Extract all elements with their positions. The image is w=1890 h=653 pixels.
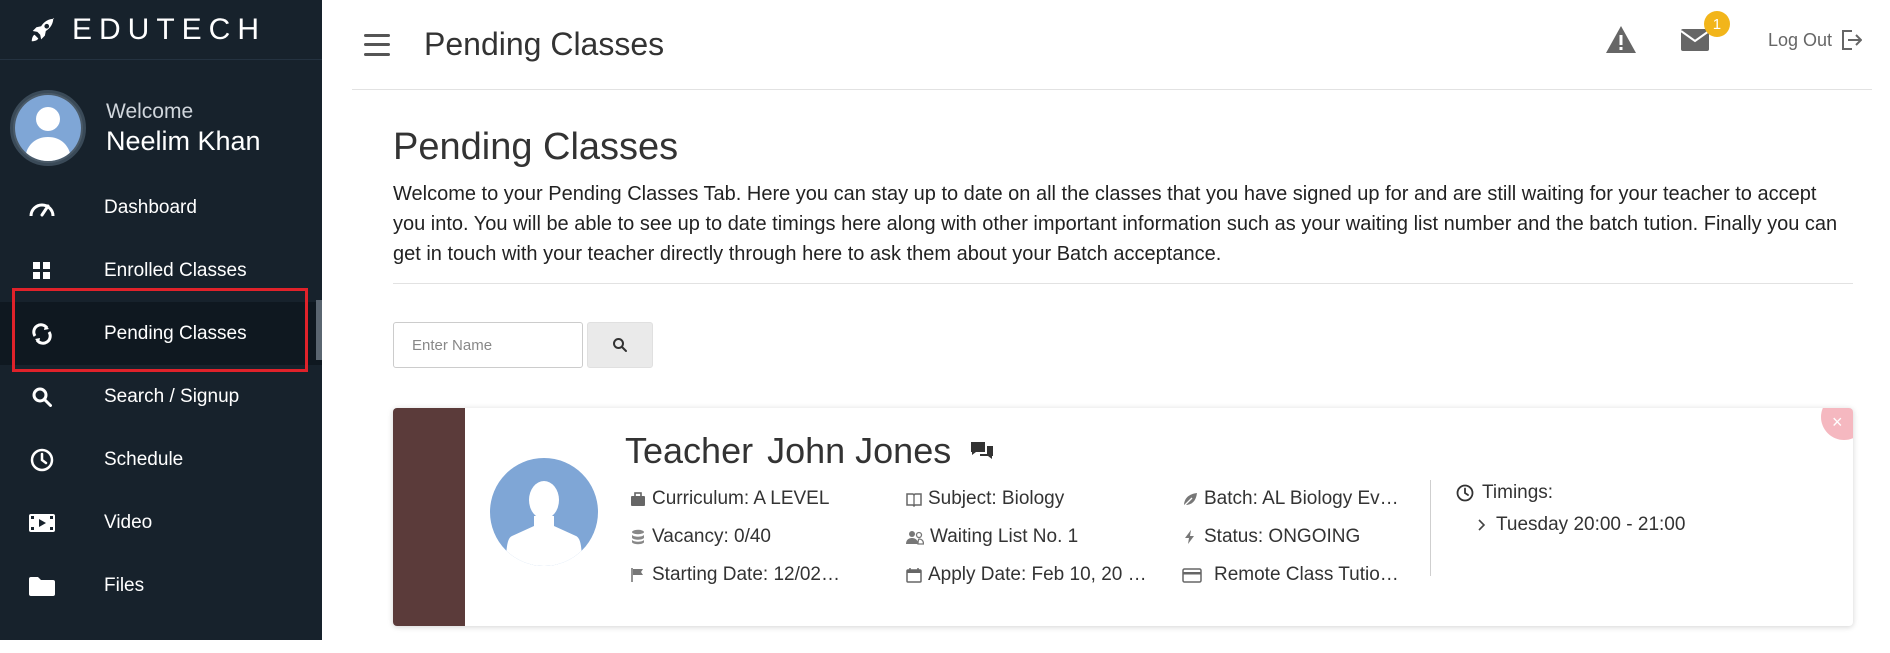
top-bar: Pending Classes 1 Log Out — [352, 0, 1872, 90]
logout-label: Log Out — [1767, 29, 1832, 50]
brand-name: EDUTECH — [72, 12, 267, 46]
user-name: Neelim Khan — [106, 125, 261, 156]
teacher-silhouette-icon — [506, 481, 582, 566]
divider — [393, 283, 1853, 284]
page-description: Welcome to your Pending Classes Tab. Her… — [393, 183, 1838, 265]
welcome-label: Welcome — [106, 99, 194, 123]
sidebar-item-label: Files — [104, 574, 145, 596]
pending-class-card: × Teacher John Jones Curriculum: A LEVEL… — [393, 408, 1853, 626]
refresh-icon — [28, 320, 56, 348]
sidebar-item-video[interactable]: Video — [0, 491, 322, 554]
sidebar-item-search-signup[interactable]: Search / Signup — [0, 365, 322, 428]
page-title: Pending Classes — [393, 126, 679, 168]
search-icon — [28, 383, 56, 411]
sidebar-item-label: Search / Signup — [104, 385, 240, 407]
main-content: Pending Classes Welcome to your Pending … — [393, 126, 1853, 368]
notification-badge: 1 — [1703, 11, 1730, 37]
apply-date-text: Apply Date: Feb 10, 20 … — [928, 564, 1147, 585]
credit-card-icon — [1182, 567, 1202, 583]
warning-icon[interactable] — [1604, 23, 1638, 57]
batch-text: Batch: AL Biology Ev… — [1204, 488, 1399, 509]
clock-icon — [28, 446, 56, 474]
search-bar — [393, 322, 1853, 368]
mail-notification[interactable]: 1 — [1680, 11, 1730, 55]
leaf-icon — [1183, 492, 1197, 506]
top-bar-title: Pending Classes — [424, 26, 665, 62]
sidebar-item-pending-classes[interactable]: Pending Classes — [0, 302, 322, 365]
apply-date-info: Apply Date: Feb 10, 20 … — [906, 564, 1182, 586]
curriculum-info: Curriculum: A LEVEL — [630, 488, 906, 510]
class-type-info: Remote Class Tutio… — [1182, 564, 1432, 586]
flag-icon — [631, 568, 643, 582]
class-info-grid: Curriculum: A LEVEL Subject: Biology Bat… — [630, 488, 1432, 586]
user-profile: Welcome Neelim Khan — [0, 60, 322, 176]
starting-date-text: Starting Date: 12/02… — [652, 564, 840, 585]
calendar-icon — [906, 568, 922, 583]
timing-text: Tuesday 20:00 - 21:00 — [1496, 514, 1686, 535]
subject-text: Subject: Biology — [928, 488, 1065, 509]
video-icon — [28, 509, 56, 537]
close-icon: × — [1832, 412, 1843, 432]
user-silhouette-icon — [25, 107, 71, 161]
logout-button[interactable]: Log Out — [1768, 29, 1862, 51]
sidebar: EDUTECH Welcome Neelim Khan Dashboard En… — [0, 0, 322, 640]
chat-icon[interactable] — [969, 440, 995, 462]
remove-class-button[interactable]: × — [1821, 408, 1853, 440]
waiting-list-text: Waiting List No. 1 — [930, 526, 1079, 547]
starting-date-info: Starting Date: 12/02… — [630, 564, 906, 586]
clock-icon — [1456, 484, 1474, 502]
sidebar-item-label: Enrolled Classes — [104, 259, 247, 281]
briefcase-icon — [631, 491, 645, 506]
database-icon — [632, 529, 644, 545]
sidebar-item-label: Dashboard — [104, 196, 197, 218]
sidebar-item-dashboard[interactable]: Dashboard — [0, 176, 322, 239]
avatar[interactable] — [10, 90, 86, 166]
card-color-stripe — [393, 408, 465, 626]
search-input[interactable] — [393, 322, 583, 368]
waiting-list-info: Waiting List No. 1 — [906, 526, 1182, 548]
speedometer-icon — [28, 194, 56, 222]
teacher-name: John Jones — [767, 430, 952, 471]
users-icon — [906, 530, 924, 545]
sidebar-nav: Dashboard Enrolled Classes Pending Class… — [0, 176, 322, 617]
timing-item: Tuesday 20:00 - 21:00 — [1478, 514, 1685, 536]
logout-icon — [1842, 30, 1862, 50]
sidebar-item-label: Schedule — [104, 448, 184, 470]
timings-section: Timings: Tuesday 20:00 - 21:00 — [1456, 482, 1685, 536]
teacher-avatar — [490, 458, 598, 566]
brand-logo[interactable]: EDUTECH — [0, 0, 322, 60]
timings-label: Timings: — [1482, 482, 1554, 503]
search-icon — [613, 338, 627, 352]
chevron-right-icon — [1478, 519, 1486, 531]
sidebar-scrollbar[interactable] — [316, 300, 322, 360]
status-info: Status: ONGOING — [1182, 526, 1432, 548]
sidebar-item-enrolled-classes[interactable]: Enrolled Classes — [0, 239, 322, 302]
sidebar-item-label: Pending Classes — [104, 322, 247, 344]
folder-icon — [28, 572, 56, 600]
hamburger-menu-icon[interactable] — [364, 33, 390, 56]
search-button[interactable] — [587, 322, 653, 368]
sidebar-item-schedule[interactable]: Schedule — [0, 428, 322, 491]
sidebar-item-label: Video — [104, 511, 153, 533]
subject-info: Subject: Biology — [906, 488, 1182, 510]
rocket-icon — [31, 17, 55, 41]
grid-icon — [28, 257, 56, 285]
batch-info: Batch: AL Biology Ev… — [1182, 488, 1432, 510]
status-text: Status: ONGOING — [1204, 526, 1361, 547]
curriculum-text: Curriculum: A LEVEL — [652, 488, 830, 509]
teacher-prefix: Teacher — [625, 430, 754, 471]
sidebar-item-files[interactable]: Files — [0, 554, 322, 617]
bolt-icon — [1185, 530, 1194, 544]
vacancy-info: Vacancy: 0/40 — [630, 526, 906, 548]
card-divider — [1430, 480, 1431, 576]
book-icon — [906, 492, 922, 507]
vacancy-text: Vacancy: 0/40 — [652, 526, 772, 547]
class-type-text: Remote Class Tutio… — [1214, 564, 1399, 585]
